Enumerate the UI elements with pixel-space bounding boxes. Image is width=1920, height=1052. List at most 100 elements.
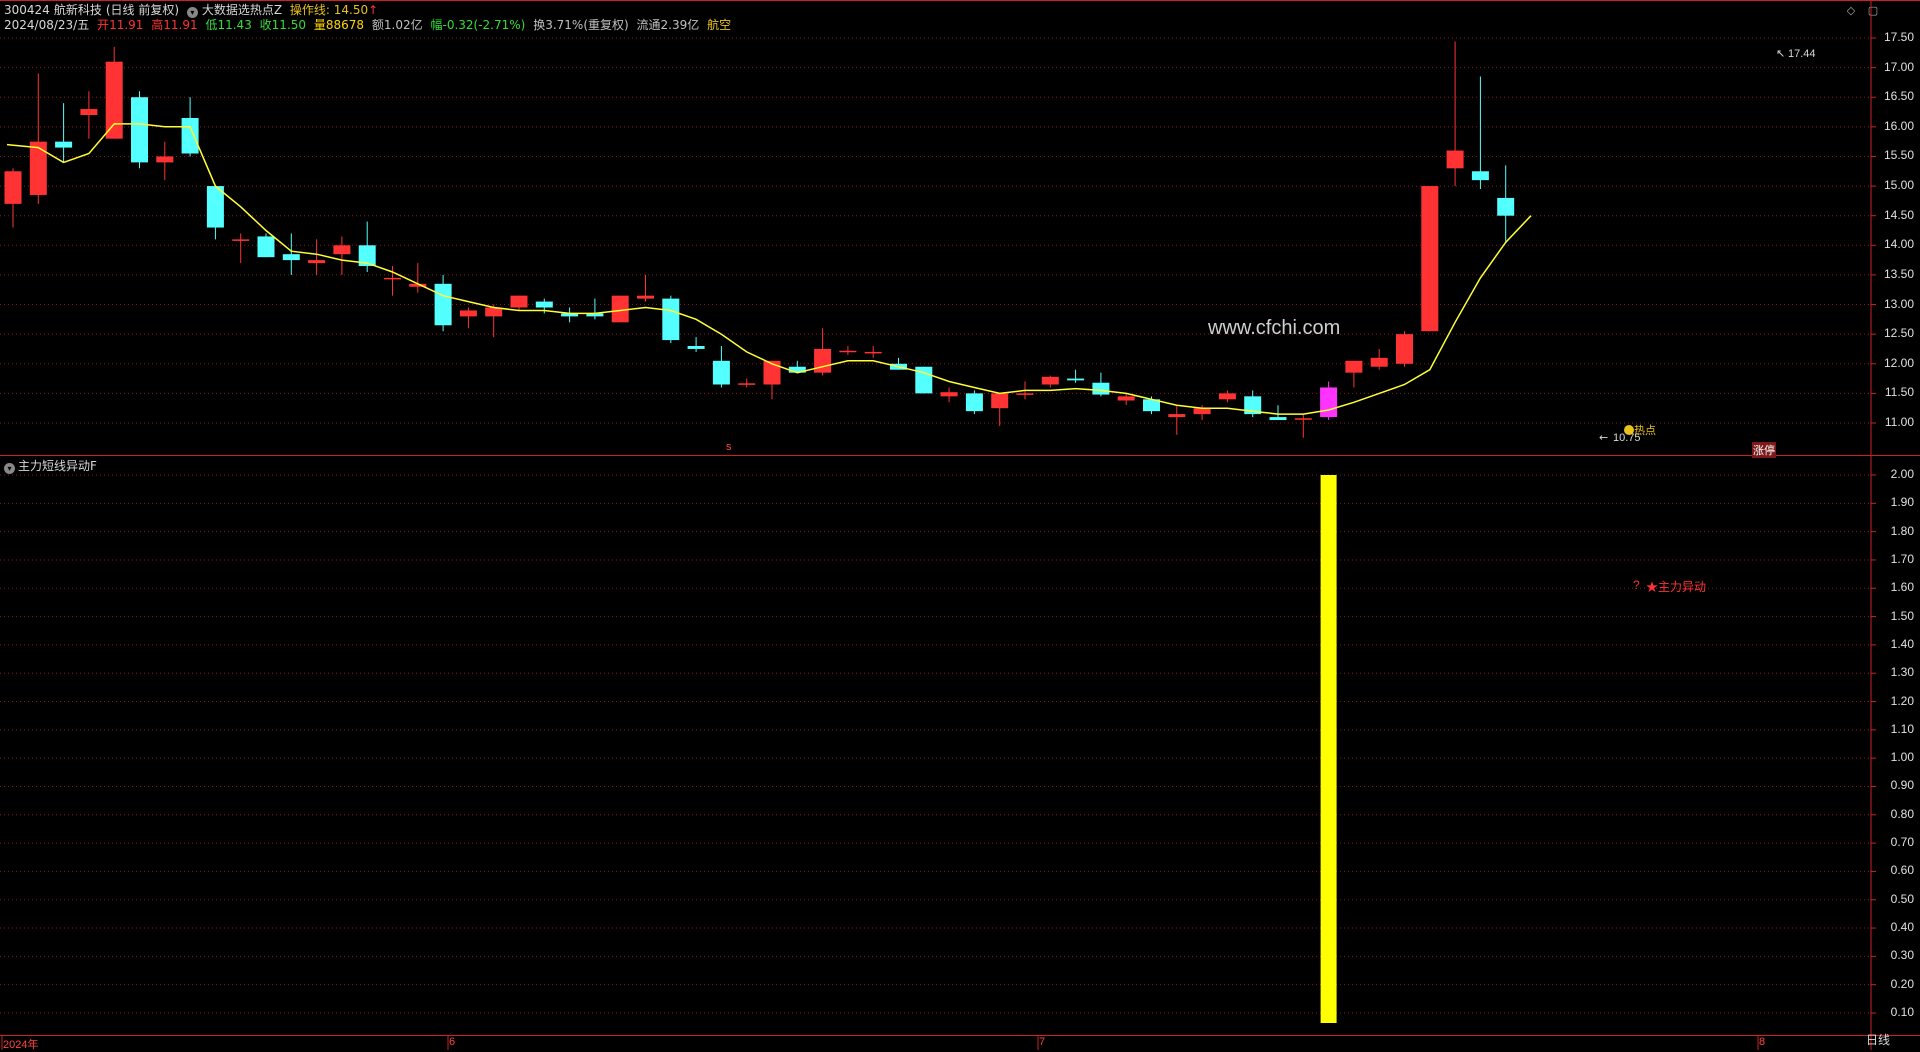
price-axis-label: 15.50	[1883, 148, 1914, 163]
candle	[561, 307, 579, 323]
indicator-layer	[1320, 475, 1337, 1023]
candle	[1067, 369, 1085, 383]
indicator-axis-label: 0.40	[1890, 920, 1914, 935]
candle	[257, 233, 275, 258]
candle	[333, 236, 351, 275]
candle-body	[814, 348, 832, 373]
low-arrow-icon: ←	[1599, 431, 1608, 444]
candle-body	[257, 236, 275, 258]
s-marker: s	[726, 441, 732, 453]
indicator-axis-label: 1.50	[1890, 608, 1914, 623]
candle	[839, 346, 857, 355]
candle-body	[1016, 393, 1034, 395]
hot-spot-icon	[1624, 425, 1634, 435]
candle-body	[712, 360, 730, 385]
indicator-axis-label: 0.90	[1890, 778, 1914, 793]
price-axis-label: 12.00	[1883, 355, 1914, 370]
price-axis-label: 17.50	[1883, 30, 1914, 44]
tab-daily[interactable]: 日线	[1866, 1031, 1890, 1048]
candle-body	[1421, 186, 1439, 332]
candle-body	[105, 61, 123, 139]
candle	[1168, 405, 1186, 435]
candle-body	[535, 301, 553, 308]
indicator-axis-label: 0.50	[1890, 891, 1914, 906]
limit-up-badge: 涨停	[1752, 442, 1776, 458]
candle-body	[662, 298, 680, 341]
indicator-axis-label: 1.60	[1890, 580, 1914, 595]
candle-body	[55, 141, 73, 148]
candle-body	[282, 254, 300, 261]
candle	[1370, 348, 1388, 370]
candle	[1446, 41, 1464, 187]
candle	[1345, 360, 1363, 388]
indicator-axis-label: 0.60	[1890, 863, 1914, 878]
candle	[55, 103, 73, 163]
candle	[637, 274, 654, 302]
indicator-menu-icon[interactable]: ▾	[4, 463, 15, 474]
candle	[510, 295, 528, 311]
candle	[1244, 390, 1262, 418]
candle-body	[738, 383, 756, 385]
time-axis-label: 8	[1759, 1036, 1766, 1048]
candle-body	[232, 239, 250, 241]
candle-body	[940, 392, 958, 397]
indicator-title-row[interactable]: ▾ 主力短线异动F	[4, 457, 97, 474]
candle	[459, 307, 477, 329]
price-axis-label: 13.00	[1883, 296, 1914, 311]
candle	[965, 390, 983, 415]
price-axis-label: 11.00	[1884, 415, 1914, 429]
price-axis-label: 15.00	[1883, 178, 1914, 193]
candle-body	[839, 350, 857, 353]
candle	[80, 91, 98, 139]
indicator-axis-label: 1.90	[1890, 495, 1914, 510]
candle	[308, 239, 326, 275]
indicator-axis-label: 1.00	[1890, 750, 1914, 765]
candle-body	[1041, 376, 1059, 385]
price-axis-label: 16.00	[1883, 118, 1914, 133]
candle	[738, 378, 756, 388]
indicator-axis-label: 1.30	[1890, 665, 1914, 680]
candle-body	[181, 117, 199, 154]
indicator-axis-label: 0.70	[1890, 835, 1914, 850]
price-axis-label: 17.00	[1883, 59, 1914, 74]
price-axis-label: 14.00	[1883, 237, 1914, 252]
price-axis-label: 12.50	[1883, 326, 1914, 341]
candle-body	[308, 260, 326, 264]
candle-body	[1168, 414, 1186, 418]
indicator-axis-label: 0.20	[1890, 976, 1914, 991]
candle	[940, 387, 958, 403]
candle	[156, 141, 174, 181]
candle-body	[206, 186, 224, 228]
candle	[1294, 414, 1312, 438]
time-axis-label: 6	[449, 1036, 456, 1048]
candle-body	[80, 109, 98, 115]
time-axis-label: 7	[1039, 1036, 1046, 1048]
kline-chart[interactable]: 17.44 ↖ ← 10.75	[0, 0, 1920, 1050]
candle	[1471, 76, 1489, 190]
indicator-axis-label: 1.40	[1890, 636, 1914, 651]
indicator-axis-label: 1.10	[1890, 721, 1914, 736]
candle	[282, 233, 300, 275]
candle	[586, 298, 604, 320]
candle-body	[1320, 387, 1338, 418]
candle	[1041, 375, 1059, 388]
candle	[409, 263, 427, 293]
candle-body	[1067, 378, 1085, 381]
grid-lines	[0, 37, 1876, 1050]
hot-spot-label: 热点	[1634, 425, 1656, 437]
candle-body	[1193, 408, 1211, 415]
candle-body	[333, 245, 351, 255]
candle-body	[1218, 393, 1236, 400]
price-axis-label: 14.50	[1883, 207, 1914, 222]
price-axis-label: 13.50	[1883, 266, 1914, 281]
candle	[687, 337, 705, 352]
indicator-axis-label: 1.80	[1890, 523, 1914, 538]
candle-body	[4, 171, 22, 204]
indicator-axis-label: 1.70	[1890, 551, 1914, 566]
candle	[232, 233, 250, 264]
candle	[485, 304, 503, 338]
indicator-question: ?	[1633, 578, 1640, 592]
candle-body	[384, 277, 401, 280]
candle	[206, 186, 224, 240]
candle-body	[434, 283, 452, 326]
